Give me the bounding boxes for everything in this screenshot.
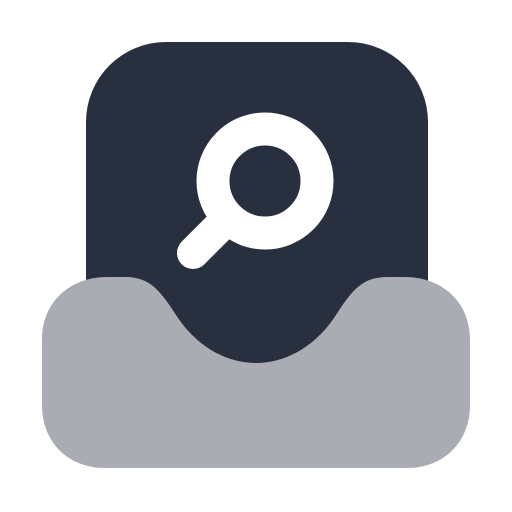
magnifier-handle (177, 207, 239, 269)
inbox-search-icon (42, 42, 470, 468)
icon-canvas (0, 0, 512, 512)
